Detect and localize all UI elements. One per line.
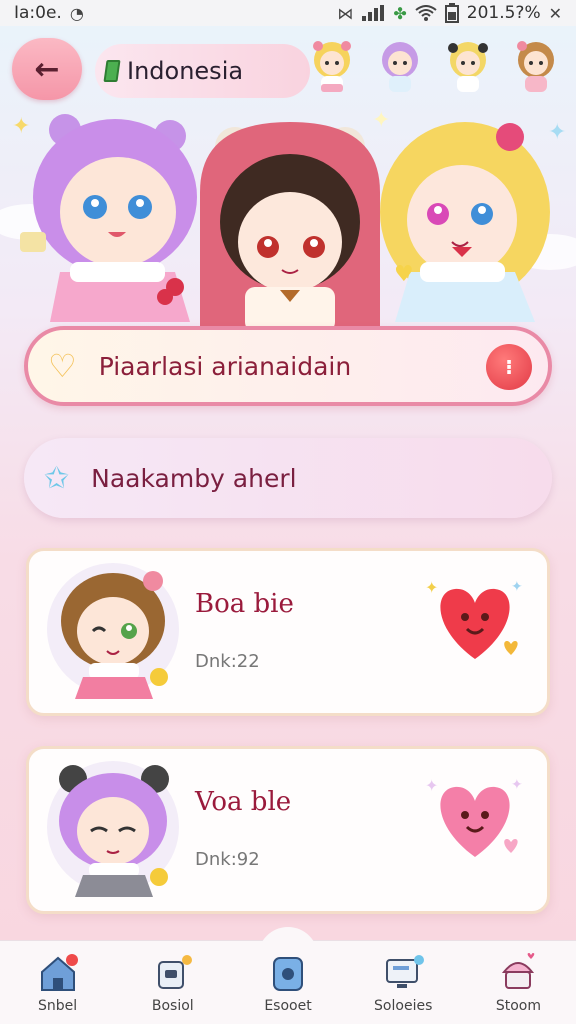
- star-icon: ✩: [44, 460, 70, 496]
- nav-item-monitor[interactable]: Soloeies: [346, 941, 461, 1024]
- avatar-lavender-icon[interactable]: [373, 38, 427, 96]
- back-arrow-icon: ←: [34, 51, 60, 87]
- svg-text:✦: ✦: [511, 777, 523, 793]
- wifi-icon: [415, 5, 437, 21]
- back-button[interactable]: ←: [12, 38, 82, 100]
- bag-icon: [273, 956, 303, 991]
- status-time: Ia:0e.: [14, 3, 62, 23]
- avatar-brunette-icon: [47, 563, 179, 699]
- dots-icon: ⁝: [505, 355, 513, 379]
- promo-banner[interactable]: ♡ Piaarlasi arianaidain ⁝: [24, 326, 552, 406]
- country-selector[interactable]: Indonesia: [95, 44, 310, 98]
- sparkle-icon: ✦: [372, 108, 391, 133]
- list-item-title: Voa ble: [195, 787, 292, 817]
- signal-icon: [362, 5, 385, 21]
- nav-label: Snbel: [38, 997, 78, 1014]
- nav-label: Stoom: [495, 997, 541, 1014]
- sparkle-icon: ✦: [12, 114, 31, 139]
- close-icon: ✕: [548, 3, 562, 23]
- nav-label: Esooet: [264, 997, 312, 1014]
- heart-icon[interactable]: ✦ ✦: [423, 765, 527, 875]
- secondary-banner[interactable]: ✩ Naakamby aherl: [24, 438, 552, 518]
- avatar-yellow-icon[interactable]: [441, 38, 495, 96]
- cup-icon: [157, 954, 192, 989]
- clover-icon: ✤: [393, 3, 407, 23]
- hero-characters-illustration: [0, 114, 576, 332]
- alert-button[interactable]: ⁝: [486, 344, 532, 390]
- heart-icon: ♡: [48, 347, 77, 385]
- list-item[interactable]: Voa ble Dnk:92 ✦ ✦: [26, 746, 550, 914]
- avatar-blonde-icon[interactable]: [305, 38, 359, 96]
- list-item-title: Boa bie: [195, 589, 294, 619]
- sparkle-icon: ♥: [394, 262, 414, 287]
- cupcake-icon: [502, 952, 535, 989]
- status-bar: Ia:0e. ◔ ⋈ ✤ 201.5?% ✕: [0, 0, 576, 26]
- bottom-navigation: Snbel Bosiol Esooet Soloeies Stoom: [0, 927, 576, 1024]
- nav-item-home[interactable]: Snbel: [0, 941, 115, 1024]
- avatar-brunette-icon[interactable]: [509, 38, 563, 96]
- secondary-banner-text: Naakamby aherl: [91, 463, 297, 493]
- top-avatar-row: [305, 38, 570, 100]
- nav-label: Soloeies: [374, 997, 433, 1014]
- nav-item-cupcake[interactable]: Stoom: [461, 941, 576, 1024]
- nav-item-bag[interactable]: Esooet: [230, 941, 345, 1024]
- list-item-subtitle: Dnk:22: [195, 651, 260, 672]
- nav-label: Bosiol: [151, 997, 194, 1014]
- sparkle-icon: ✦: [548, 120, 567, 145]
- avatar-lavender-icon: [47, 761, 179, 897]
- nav-item-cup[interactable]: Bosiol: [115, 941, 230, 1024]
- heart-icon[interactable]: ✦ ✦: [423, 567, 527, 677]
- flag-icon: [103, 60, 121, 82]
- monitor-icon: [386, 954, 425, 988]
- svg-text:✦: ✦: [425, 776, 438, 795]
- battery-icon: [444, 3, 459, 23]
- list-item-subtitle: Dnk:92: [195, 849, 260, 870]
- battery-percent: 201.5?%: [466, 3, 541, 23]
- country-label: Indonesia: [127, 57, 244, 85]
- list-item[interactable]: Boa bie Dnk:22 ✦ ✦: [26, 548, 550, 716]
- svg-text:✦: ✦: [425, 578, 438, 597]
- svg-text:✦: ✦: [511, 579, 523, 595]
- promo-banner-text: Piaarlasi arianaidain: [98, 351, 352, 381]
- home-icon: [40, 953, 78, 991]
- vibrate-icon: ⋈: [337, 3, 354, 23]
- notification-icon: ◔: [69, 3, 84, 23]
